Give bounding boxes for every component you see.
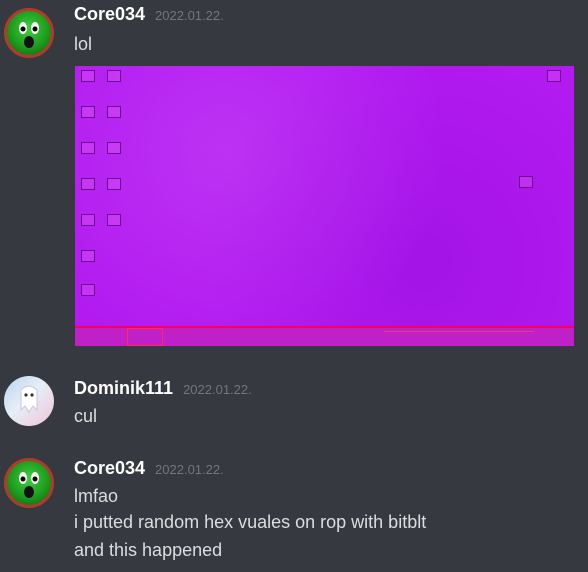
- timestamp: 2022.01.22.: [183, 382, 252, 397]
- timestamp: 2022.01.22.: [155, 8, 224, 23]
- username[interactable]: Core034: [74, 4, 145, 25]
- message-text: i putted random hex vuales on rop with b…: [74, 512, 427, 532]
- message-header: Core034 2022.01.22.: [74, 458, 224, 479]
- message-text: lol: [74, 34, 93, 54]
- image-attachment[interactable]: [75, 66, 574, 346]
- green-face-icon: [19, 472, 39, 498]
- desktop-icon: [107, 142, 121, 154]
- desktop-icon: [107, 214, 121, 226]
- username[interactable]: Core034: [74, 458, 145, 479]
- desktop-icon: [519, 176, 533, 188]
- ghost-icon: [20, 385, 38, 413]
- desktop-icon: [107, 106, 121, 118]
- message-header: Core034 2022.01.22.: [74, 4, 224, 25]
- desktop-icon: [107, 178, 121, 190]
- taskbar: [75, 326, 574, 346]
- start-button: [127, 328, 163, 346]
- desktop-icon: [81, 250, 95, 262]
- desktop-icon: [81, 106, 95, 118]
- timestamp: 2022.01.22.: [155, 462, 224, 477]
- message-text: lmfao: [74, 486, 119, 506]
- desktop-icon: [81, 142, 95, 154]
- desktop-icon: [81, 214, 95, 226]
- user-avatar[interactable]: [4, 8, 54, 58]
- desktop-icon: [81, 70, 95, 82]
- user-avatar[interactable]: [4, 458, 54, 508]
- desktop-icon: [81, 284, 95, 296]
- desktop-icon: [107, 70, 121, 82]
- system-tray: [384, 331, 534, 344]
- desktop-icon: [81, 178, 95, 190]
- message-text: cul: [74, 406, 98, 426]
- desktop-icon: [547, 70, 561, 82]
- green-face-icon: [19, 22, 39, 48]
- message-text: and this happened: [74, 540, 223, 560]
- user-avatar[interactable]: [4, 376, 54, 426]
- message-header: Dominik111 2022.01.22.: [74, 378, 252, 399]
- username[interactable]: Dominik111: [74, 378, 173, 399]
